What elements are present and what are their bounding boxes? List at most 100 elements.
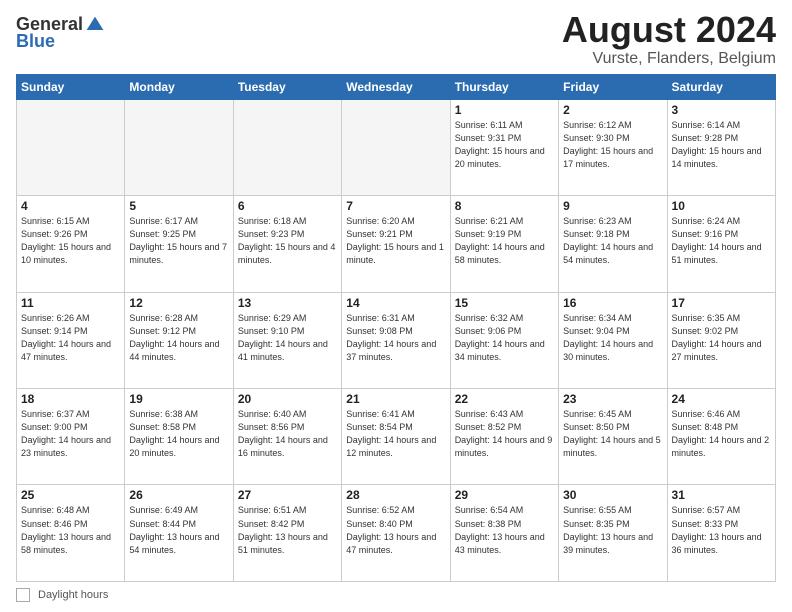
calendar-cell [125,99,233,195]
day-number: 10 [672,199,771,213]
calendar-cell: 30 Sunrise: 6:55 AM Sunset: 8:35 PM Dayli… [559,485,667,582]
calendar-cell: 8 Sunrise: 6:21 AM Sunset: 9:19 PM Daylig… [450,196,558,292]
calendar-cell: 23 Sunrise: 6:45 AM Sunset: 8:50 PM Dayli… [559,389,667,485]
col-friday: Friday [559,74,667,99]
col-tuesday: Tuesday [233,74,341,99]
day-number: 5 [129,199,228,213]
calendar-cell: 7 Sunrise: 6:20 AM Sunset: 9:21 PM Daylig… [342,196,450,292]
calendar-cell: 26 Sunrise: 6:49 AM Sunset: 8:44 PM Dayli… [125,485,233,582]
calendar-cell: 6 Sunrise: 6:18 AM Sunset: 9:23 PM Daylig… [233,196,341,292]
calendar-cell: 20 Sunrise: 6:40 AM Sunset: 8:56 PM Dayli… [233,389,341,485]
day-number: 19 [129,392,228,406]
col-saturday: Saturday [667,74,775,99]
day-number: 16 [563,296,662,310]
day-number: 22 [455,392,554,406]
calendar-cell: 13Sunrise: 6:29 AM Sunset: 9:10 PM Dayli… [233,292,341,388]
day-number: 18 [21,392,120,406]
day-info: Sunrise: 6:46 AM Sunset: 8:48 PM Dayligh… [672,408,771,460]
col-thursday: Thursday [450,74,558,99]
day-info: Sunrise: 6:49 AM Sunset: 8:44 PM Dayligh… [129,504,228,556]
day-number: 23 [563,392,662,406]
day-info: Sunrise: 6:54 AM Sunset: 8:38 PM Dayligh… [455,504,554,556]
calendar-cell [342,99,450,195]
day-number: 31 [672,488,771,502]
subtitle: Vurste, Flanders, Belgium [562,50,776,68]
day-number: 6 [238,199,337,213]
day-info: Sunrise: 6:26 AM Sunset: 9:14 PM Dayligh… [21,312,120,364]
day-number: 11 [21,296,120,310]
calendar-cell: 10 Sunrise: 6:24 AM Sunset: 9:16 PM Dayli… [667,196,775,292]
col-wednesday: Wednesday [342,74,450,99]
title-block: August 2024 Vurste, Flanders, Belgium [562,10,776,68]
day-number: 3 [672,103,771,117]
calendar-cell: 4Sunrise: 6:15 AM Sunset: 9:26 PM Daylig… [17,196,125,292]
day-info: Sunrise: 6:48 AM Sunset: 8:46 PM Dayligh… [21,504,120,556]
day-number: 25 [21,488,120,502]
calendar-cell: 17 Sunrise: 6:35 AM Sunset: 9:02 PM Dayli… [667,292,775,388]
day-info: Sunrise: 6:45 AM Sunset: 8:50 PM Dayligh… [563,408,662,460]
calendar-cell: 1 Sunrise: 6:11 AM Sunset: 9:31 PM Daylig… [450,99,558,195]
day-info: Sunrise: 6:35 AM Sunset: 9:02 PM Dayligh… [672,312,771,364]
day-info: Sunrise: 6:12 AM Sunset: 9:30 PM Dayligh… [563,119,662,171]
day-number: 20 [238,392,337,406]
calendar-cell: 12Sunrise: 6:28 AM Sunset: 9:12 PM Dayli… [125,292,233,388]
day-info: Sunrise: 6:17 AM Sunset: 9:25 PM Dayligh… [129,215,228,267]
day-number: 24 [672,392,771,406]
day-number: 7 [346,199,445,213]
day-info: Sunrise: 6:28 AM Sunset: 9:12 PM Dayligh… [129,312,228,364]
day-info: Sunrise: 6:40 AM Sunset: 8:56 PM Dayligh… [238,408,337,460]
calendar-cell: 18 Sunrise: 6:37 AM Sunset: 9:00 PM Dayli… [17,389,125,485]
day-info: Sunrise: 6:32 AM Sunset: 9:06 PM Dayligh… [455,312,554,364]
day-info: Sunrise: 6:20 AM Sunset: 9:21 PM Dayligh… [346,215,445,267]
day-info: Sunrise: 6:38 AM Sunset: 8:58 PM Dayligh… [129,408,228,460]
day-info: Sunrise: 6:34 AM Sunset: 9:04 PM Dayligh… [563,312,662,364]
calendar-cell: 28Sunrise: 6:52 AM Sunset: 8:40 PM Dayli… [342,485,450,582]
day-number: 27 [238,488,337,502]
daylight-legend-box [16,588,30,602]
day-info: Sunrise: 6:18 AM Sunset: 9:23 PM Dayligh… [238,215,337,267]
calendar-week-5: 25 Sunrise: 6:48 AM Sunset: 8:46 PM Dayli… [17,485,776,582]
day-info: Sunrise: 6:57 AM Sunset: 8:33 PM Dayligh… [672,504,771,556]
day-number: 15 [455,296,554,310]
header: General Blue August 2024 Vurste, Flander… [16,10,776,68]
calendar-cell: 16 Sunrise: 6:34 AM Sunset: 9:04 PM Dayli… [559,292,667,388]
day-number: 1 [455,103,554,117]
main-title: August 2024 [562,10,776,50]
day-info: Sunrise: 6:31 AM Sunset: 9:08 PM Dayligh… [346,312,445,364]
day-info: Sunrise: 6:11 AM Sunset: 9:31 PM Dayligh… [455,119,554,171]
calendar-week-2: 4Sunrise: 6:15 AM Sunset: 9:26 PM Daylig… [17,196,776,292]
calendar-cell: 29 Sunrise: 6:54 AM Sunset: 8:38 PM Dayli… [450,485,558,582]
day-number: 8 [455,199,554,213]
calendar-cell: 19 Sunrise: 6:38 AM Sunset: 8:58 PM Dayli… [125,389,233,485]
calendar-cell: 3Sunrise: 6:14 AM Sunset: 9:28 PM Daylig… [667,99,775,195]
day-info: Sunrise: 6:41 AM Sunset: 8:54 PM Dayligh… [346,408,445,460]
calendar-table: Sunday Monday Tuesday Wednesday Thursday… [16,74,776,582]
day-number: 30 [563,488,662,502]
logo: General Blue [16,14,105,52]
calendar-week-3: 11 Sunrise: 6:26 AM Sunset: 9:14 PM Dayli… [17,292,776,388]
day-info: Sunrise: 6:24 AM Sunset: 9:16 PM Dayligh… [672,215,771,267]
calendar-cell: 11 Sunrise: 6:26 AM Sunset: 9:14 PM Dayli… [17,292,125,388]
calendar-cell [17,99,125,195]
calendar-cell: 14 Sunrise: 6:31 AM Sunset: 9:08 PM Dayli… [342,292,450,388]
day-info: Sunrise: 6:43 AM Sunset: 8:52 PM Dayligh… [455,408,554,460]
calendar-cell: 24 Sunrise: 6:46 AM Sunset: 8:48 PM Dayli… [667,389,775,485]
col-sunday: Sunday [17,74,125,99]
col-monday: Monday [125,74,233,99]
day-number: 29 [455,488,554,502]
day-info: Sunrise: 6:52 AM Sunset: 8:40 PM Dayligh… [346,504,445,556]
day-number: 26 [129,488,228,502]
day-number: 17 [672,296,771,310]
day-info: Sunrise: 6:51 AM Sunset: 8:42 PM Dayligh… [238,504,337,556]
calendar-week-1: 1 Sunrise: 6:11 AM Sunset: 9:31 PM Daylig… [17,99,776,195]
footer: Daylight hours [16,588,776,602]
day-info: Sunrise: 6:37 AM Sunset: 9:00 PM Dayligh… [21,408,120,460]
day-number: 14 [346,296,445,310]
page: General Blue August 2024 Vurste, Flander… [0,0,792,612]
day-number: 21 [346,392,445,406]
day-info: Sunrise: 6:55 AM Sunset: 8:35 PM Dayligh… [563,504,662,556]
calendar-week-4: 18 Sunrise: 6:37 AM Sunset: 9:00 PM Dayli… [17,389,776,485]
calendar-header-row: Sunday Monday Tuesday Wednesday Thursday… [17,74,776,99]
calendar-cell: 9Sunrise: 6:23 AM Sunset: 9:18 PM Daylig… [559,196,667,292]
day-info: Sunrise: 6:21 AM Sunset: 9:19 PM Dayligh… [455,215,554,267]
